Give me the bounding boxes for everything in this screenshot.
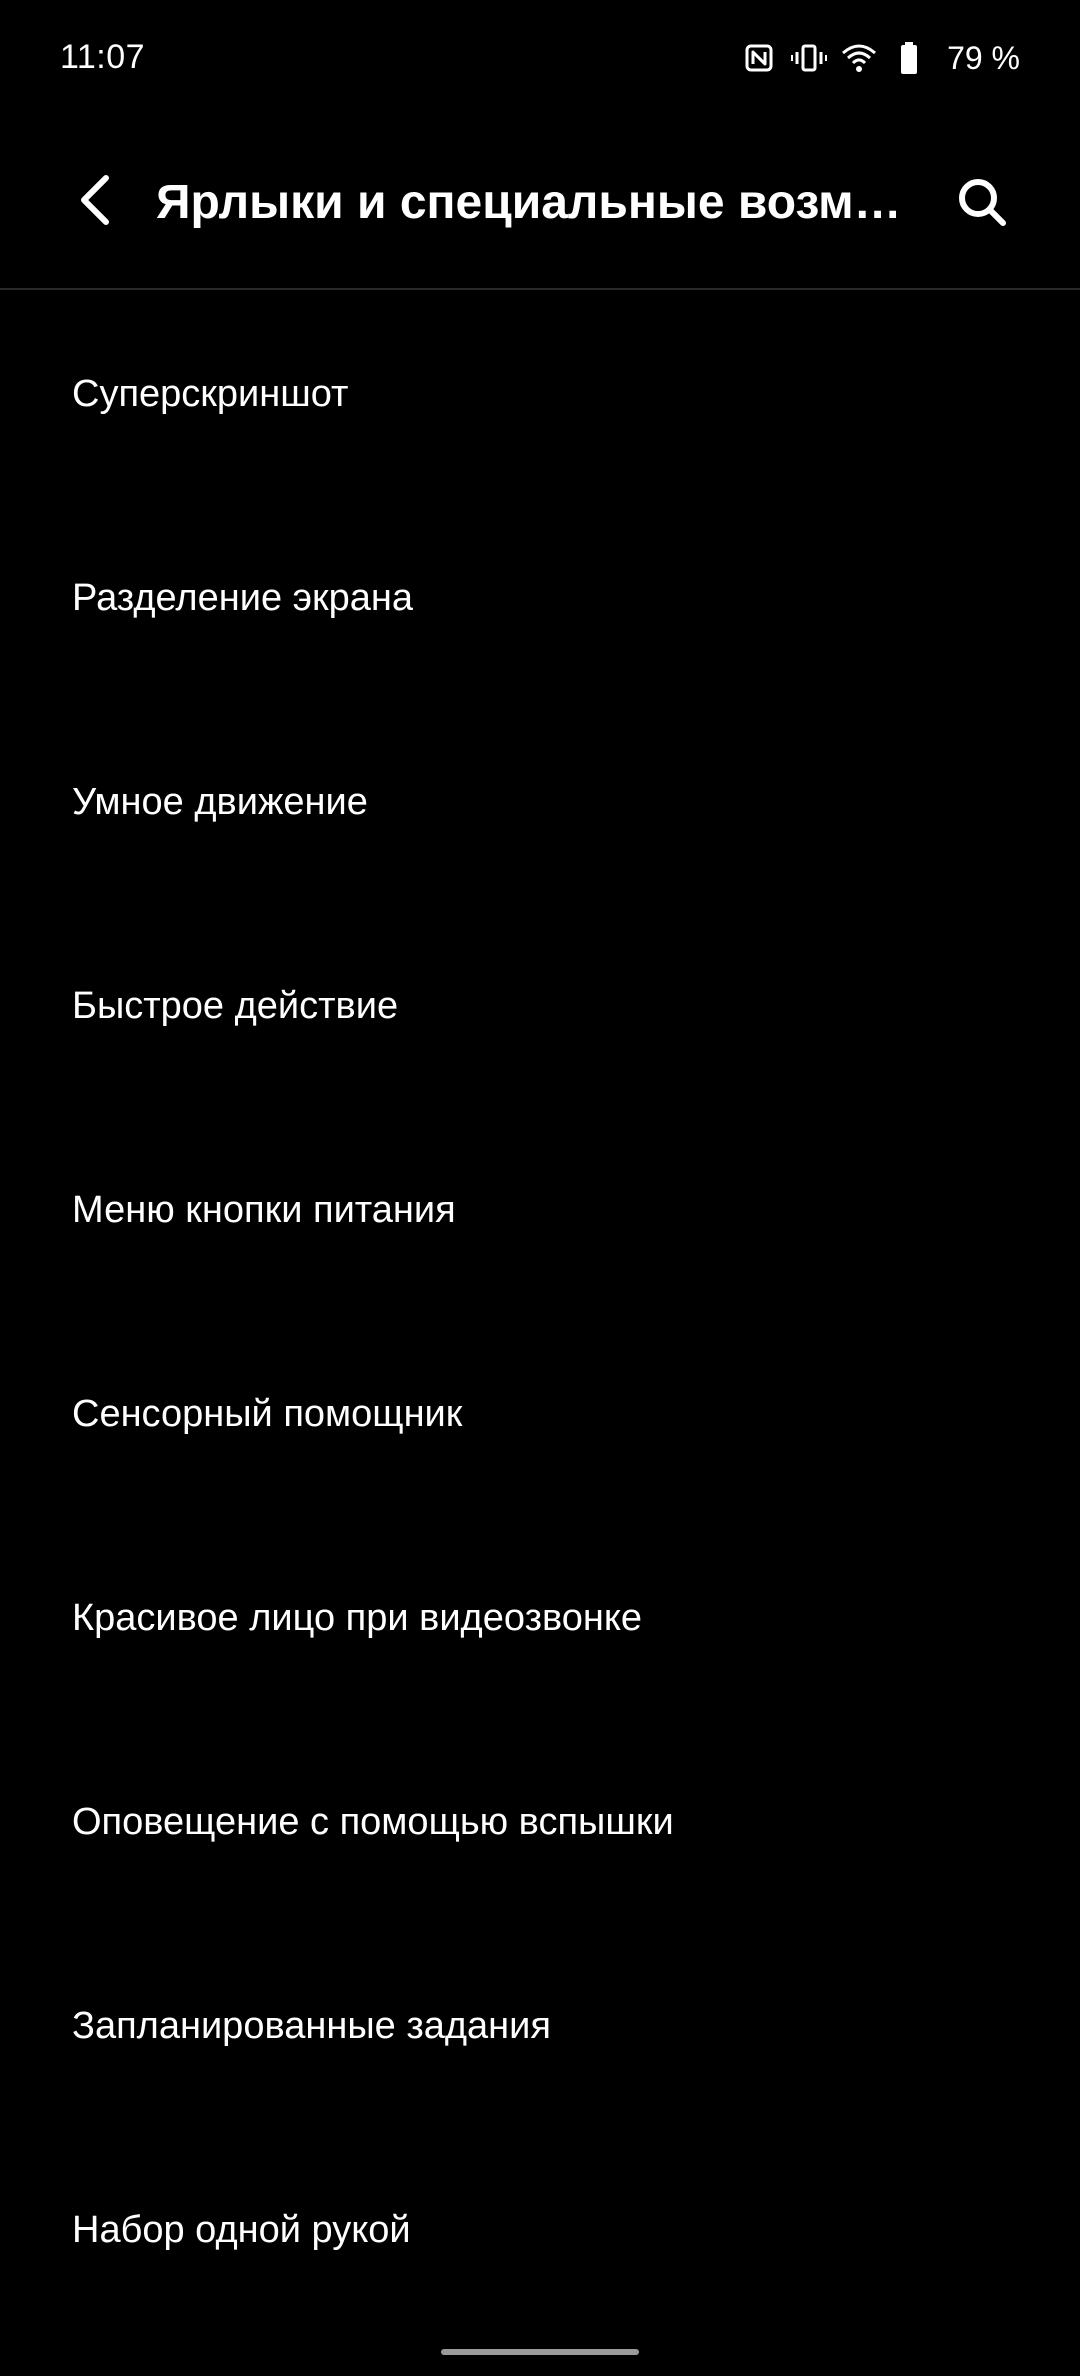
settings-item-flash-notification[interactable]: Оповещение с помощью вспышки [0,1720,1080,1924]
settings-item-label: Разделение экрана [72,577,414,619]
chevron-left-icon [74,174,118,231]
screen: 11:07 79 % Ярлыки и специальные возм… Су… [0,0,1080,2376]
settings-item-scheduled-tasks[interactable]: Запланированные задания [0,1924,1080,2128]
settings-item-label: Умное движение [72,781,368,823]
settings-item-label: Набор одной рукой [72,2209,411,2251]
settings-item-one-hand-dial[interactable]: Набор одной рукой [0,2128,1080,2332]
app-bar: Ярлыки и специальные возм… [0,118,1080,290]
wifi-icon [841,40,877,76]
settings-item-smart-motion[interactable]: Умное движение [0,700,1080,904]
nfc-icon [741,40,777,76]
settings-item-quick-action[interactable]: Быстрое действие [0,904,1080,1108]
settings-item-superscreenshot[interactable]: Суперскриншот [0,292,1080,496]
settings-item-video-call-beauty[interactable]: Красивое лицо при видеозвонке [0,1516,1080,1720]
page-title: Ярлыки и специальные возм… [156,176,896,229]
gesture-nav-handle[interactable] [441,2349,639,2355]
battery-icon [891,40,927,76]
status-bar: 11:07 79 % [0,0,1080,118]
settings-item-label: Запланированные задания [72,2005,551,2047]
back-button[interactable] [56,162,136,242]
settings-item-label: Оповещение с помощью вспышки [72,1801,674,1843]
status-icons: 79 % [741,36,1020,80]
settings-item-label: Суперскриншот [72,373,349,415]
settings-item-split-screen[interactable]: Разделение экрана [0,496,1080,700]
settings-item-label: Быстрое действие [72,985,399,1027]
settings-item-label: Меню кнопки питания [72,1189,456,1231]
settings-list: Суперскриншот Разделение экрана Умное дв… [0,292,1080,2332]
settings-item-touch-assistant[interactable]: Сенсорный помощник [0,1312,1080,1516]
settings-item-power-menu[interactable]: Меню кнопки питания [0,1108,1080,1312]
settings-item-label: Сенсорный помощник [72,1393,463,1435]
settings-item-label: Красивое лицо при видеозвонке [72,1597,643,1639]
search-icon [956,176,1008,233]
search-button[interactable] [942,164,1022,244]
status-time: 11:07 [60,38,146,76]
battery-percent: 79 % [947,39,1020,76]
vibrate-icon [791,40,828,76]
